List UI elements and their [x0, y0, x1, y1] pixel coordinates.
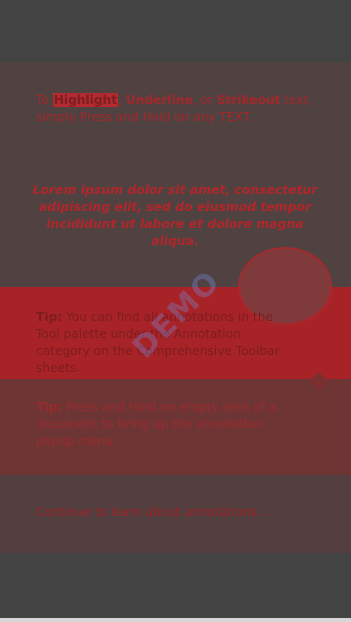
top-bar — [0, 0, 351, 62]
lorem-sample-text[interactable]: Lorem ipsum dolor sit amet, consectetur … — [30, 181, 320, 249]
intro-comma: , — [118, 93, 126, 107]
highlight-sample[interactable]: Highlight — [52, 93, 119, 107]
underline-sample[interactable]: Underline — [126, 93, 193, 107]
tip-label: Tip: — [36, 400, 63, 414]
strikeout-sample[interactable]: Strikeout — [217, 93, 281, 107]
tip-label: Tip: — [36, 310, 63, 324]
intro-prefix: To — [36, 93, 53, 107]
continue-link[interactable]: Continue to learn about annotations... — [36, 504, 326, 521]
bottom-bar — [0, 553, 351, 622]
intro-or: , or — [192, 93, 217, 107]
intro-line2: simply Press and Hold on any TEXT. — [36, 110, 253, 124]
tip-popup-menu: Tip: Press and Hold on empty area of a d… — [36, 399, 286, 450]
bottom-edge — [0, 618, 351, 622]
intro-instructions[interactable]: To Highlight, Underline, or Strikeout te… — [36, 92, 326, 126]
intro-suffix: text, — [280, 93, 313, 107]
tip-text: Press and Hold on empty area of a docume… — [36, 400, 277, 448]
